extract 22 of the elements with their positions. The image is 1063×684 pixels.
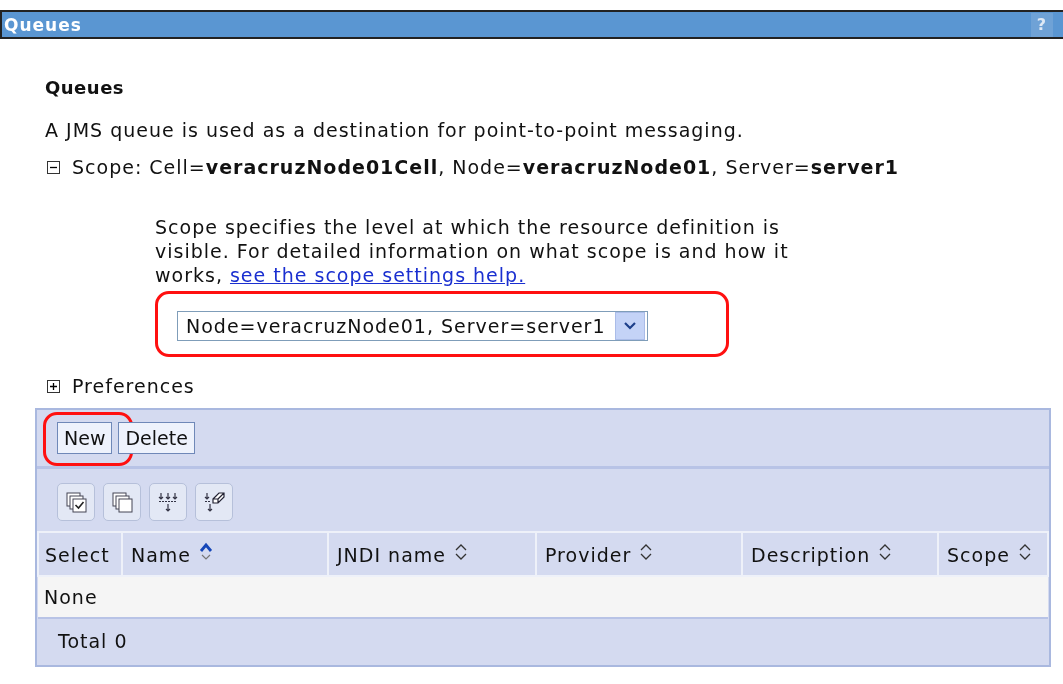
column-header[interactable]: Name [122, 532, 328, 576]
filter-icon[interactable] [149, 483, 187, 521]
column-header: Select [38, 532, 122, 576]
column-header[interactable]: Scope [938, 532, 1048, 576]
scope-help-link[interactable]: see the scope settings help. [229, 264, 526, 286]
scope-help-text: Scope specifies the level at which the resource definition is visible. For detailed information on what scope is and how it works, see the scope settings help. [155, 215, 790, 287]
column-header[interactable]: Description [742, 532, 938, 576]
column-header[interactable]: Provider [536, 532, 742, 576]
action-button[interactable]: New [57, 422, 113, 454]
column-header[interactable]: JNDI name [328, 532, 536, 576]
table-cell: None [38, 576, 1048, 618]
action-button[interactable]: Delete [118, 422, 195, 454]
clear-filter-icon[interactable] [195, 483, 233, 521]
select-all-icon[interactable] [57, 483, 95, 521]
preferences-label: Preferences [72, 374, 195, 398]
description-text: A JMS queue is used as a destination for point-to-point messaging. [45, 118, 745, 142]
scope-dropdown[interactable]: Node=veracruzNode01, Server=server1 [177, 311, 649, 341]
window-title: Queues [3, 13, 82, 37]
scope-text: Scope: Cell=veracruzNode01Cell, Node=veracruzNode01, Server=server1 [72, 155, 900, 179]
total-count: Total 0 [38, 618, 1048, 665]
deselect-all-icon[interactable] [103, 483, 141, 521]
page-heading: Queues [45, 76, 126, 100]
